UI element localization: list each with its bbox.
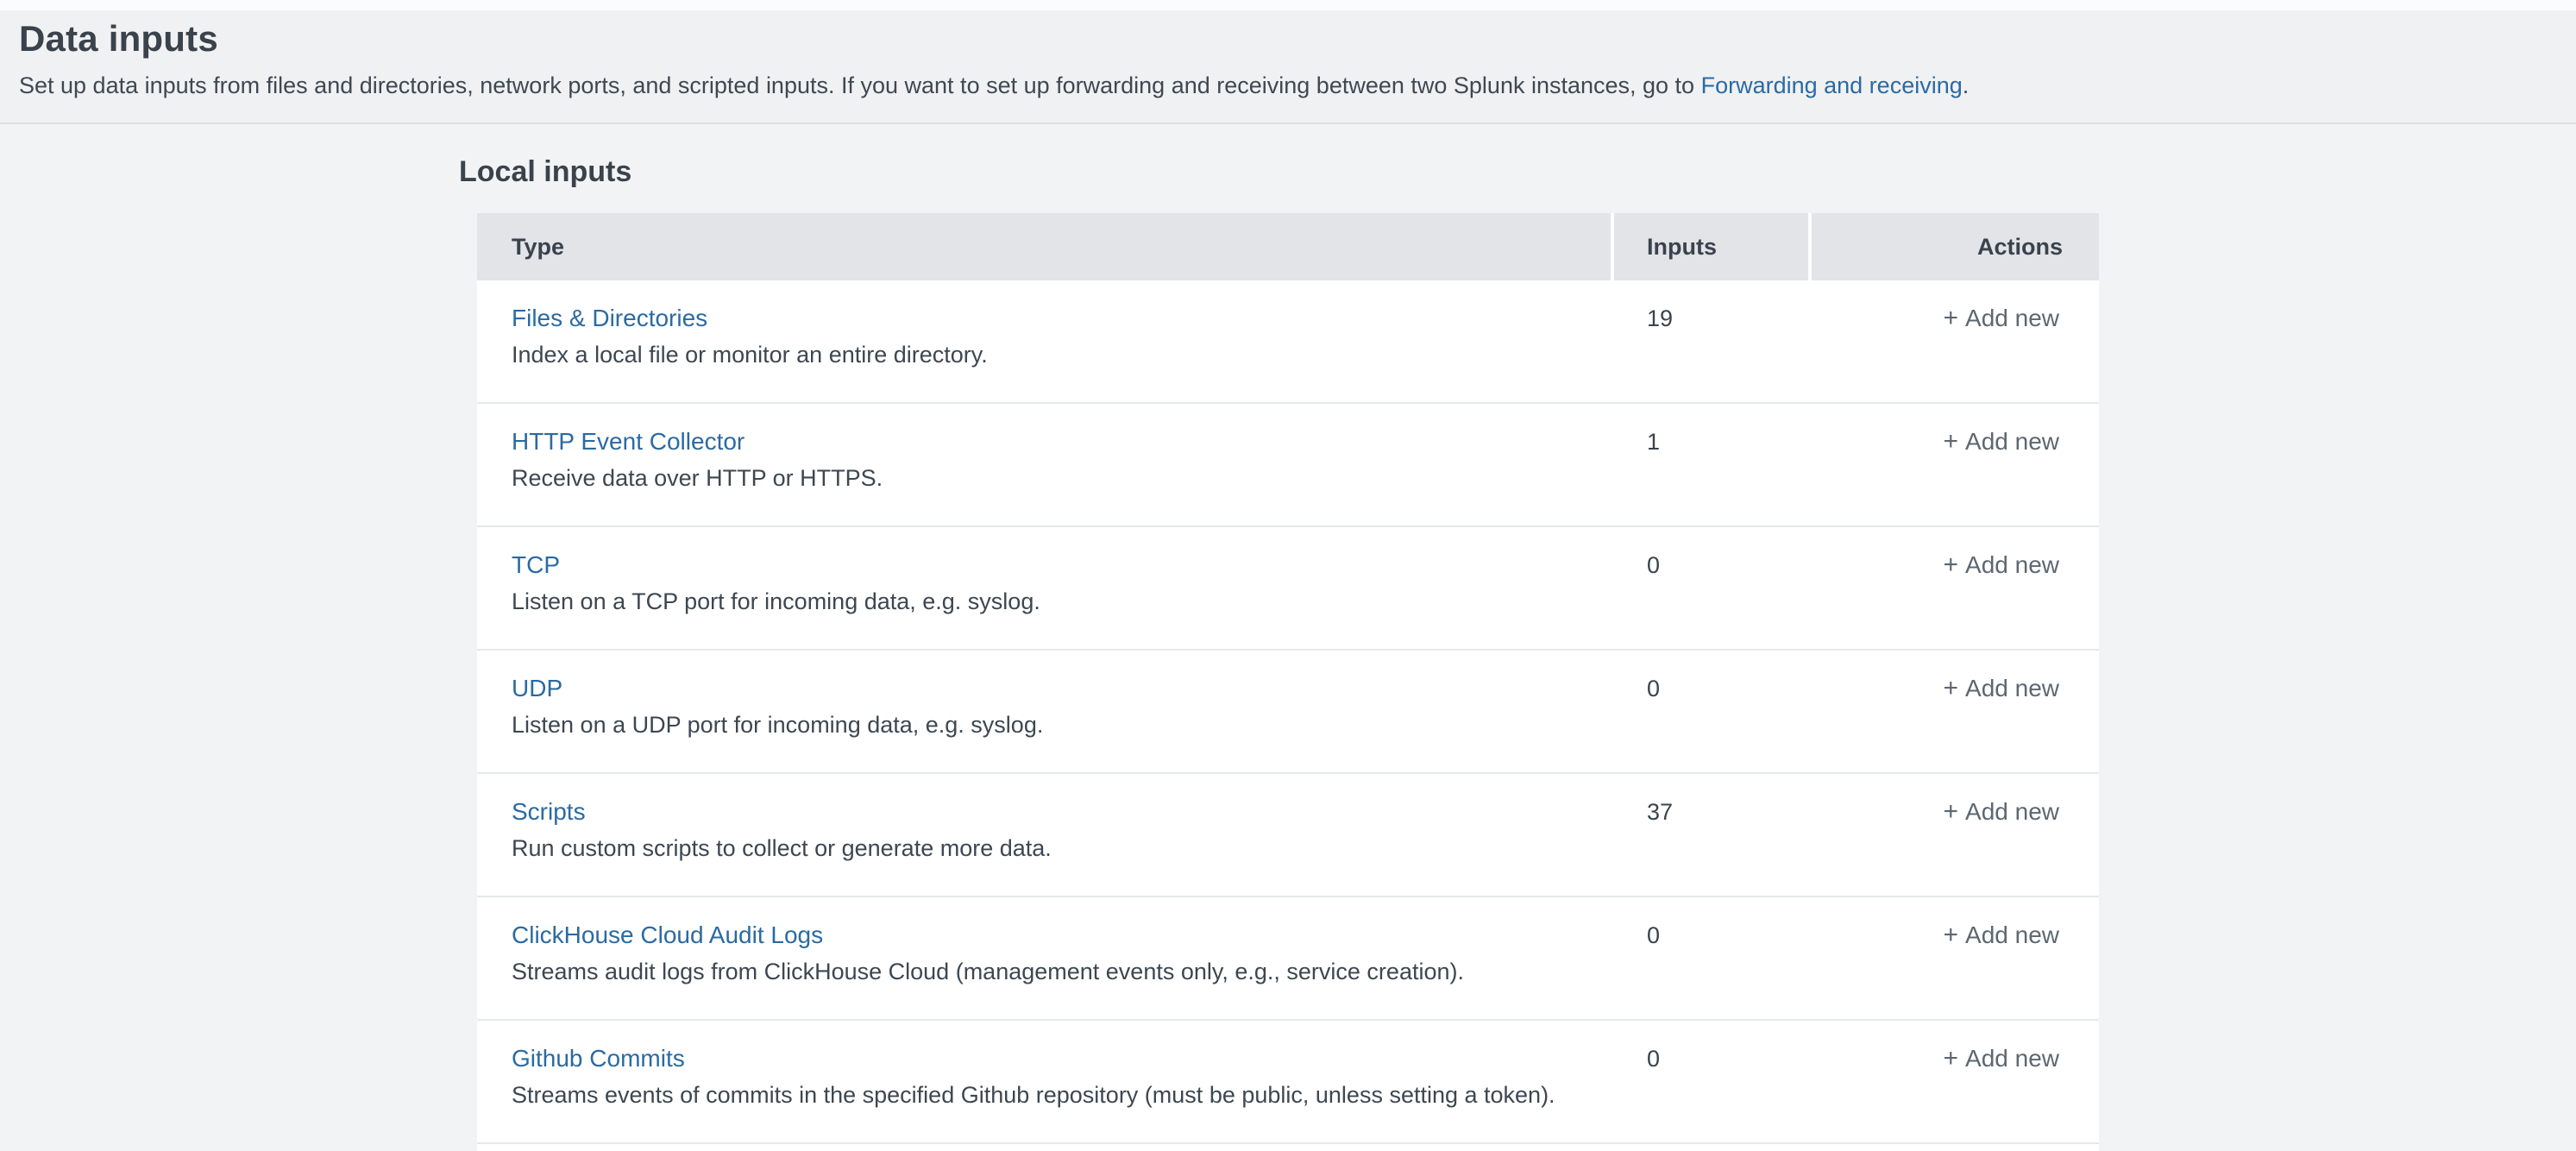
table-row-files-directories: Files & Directories Index a local file o…: [477, 280, 2099, 404]
subtitle-period: .: [1963, 72, 1970, 98]
table-header-row: Type Inputs Actions: [477, 213, 2099, 280]
data-inputs-page: Data inputs Set up data inputs from file…: [0, 0, 2576, 1151]
plus-icon: +: [1944, 304, 1959, 332]
row-description: Streams audit logs from ClickHouse Cloud…: [512, 955, 1611, 988]
scripts-link[interactable]: Scripts: [512, 796, 586, 828]
forwarding-and-receiving-link[interactable]: Forwarding and receiving: [1701, 72, 1963, 98]
add-new-label: Add new: [1965, 675, 2059, 701]
plus-icon: +: [1944, 550, 1959, 579]
row-description: Listen on a UDP port for incoming data, …: [512, 708, 1611, 741]
subtitle-text: Set up data inputs from files and direct…: [19, 72, 1701, 98]
add-new-button[interactable]: +Add new: [1944, 919, 2060, 952]
add-new-button[interactable]: +Add new: [1944, 549, 2060, 582]
add-new-button[interactable]: +Add new: [1944, 425, 2060, 458]
add-new-label: Add new: [1965, 1045, 2059, 1072]
add-new-button[interactable]: +Add new: [1944, 1042, 2060, 1075]
add-new-button[interactable]: +Add new: [1944, 796, 2060, 828]
partial-next-row: [477, 1144, 2099, 1151]
page-header: Data inputs Set up data inputs from file…: [0, 10, 2576, 124]
add-new-button[interactable]: +Add new: [1944, 302, 2060, 335]
plus-icon: +: [1944, 921, 1959, 949]
row-description: Listen on a TCP port for incoming data, …: [512, 585, 1611, 618]
inputs-count: 19: [1611, 280, 1812, 402]
page-title: Data inputs: [19, 17, 2576, 60]
local-inputs-heading: Local inputs: [459, 155, 631, 189]
row-description: Run custom scripts to collect or generat…: [512, 832, 1611, 865]
clickhouse-cloud-audit-logs-link[interactable]: ClickHouse Cloud Audit Logs: [512, 919, 823, 952]
row-description: Streams events of commits in the specifi…: [512, 1079, 1611, 1111]
table-row-scripts: Scripts Run custom scripts to collect or…: [477, 774, 2099, 897]
column-header-inputs: Inputs: [1611, 213, 1808, 280]
plus-icon: +: [1944, 797, 1959, 826]
add-new-label: Add new: [1965, 921, 2059, 948]
plus-icon: +: [1944, 427, 1959, 456]
github-commits-link[interactable]: Github Commits: [512, 1042, 685, 1075]
inputs-count: 1: [1611, 404, 1812, 525]
plus-icon: +: [1944, 1044, 1959, 1072]
files-directories-link[interactable]: Files & Directories: [512, 302, 707, 335]
inputs-count: 0: [1611, 527, 1812, 649]
column-header-actions: Actions: [1808, 213, 2099, 280]
inputs-count: 0: [1611, 1021, 1812, 1142]
local-inputs-table: Type Inputs Actions Files & Directories …: [477, 213, 2099, 1151]
table-row-udp: UDP Listen on a UDP port for incoming da…: [477, 651, 2099, 774]
row-description: Receive data over HTTP or HTTPS.: [512, 462, 1611, 494]
table-row-clickhouse-cloud-audit-logs: ClickHouse Cloud Audit Logs Streams audi…: [477, 897, 2099, 1021]
add-new-label: Add new: [1965, 428, 2059, 455]
tcp-link[interactable]: TCP: [512, 549, 560, 582]
table-row-github-commits: Github Commits Streams events of commits…: [477, 1021, 2099, 1144]
table-row-http-event-collector: HTTP Event Collector Receive data over H…: [477, 404, 2099, 527]
inputs-count: 0: [1611, 897, 1812, 1019]
add-new-label: Add new: [1965, 305, 2059, 331]
plus-icon: +: [1944, 674, 1959, 702]
column-header-type: Type: [477, 213, 1611, 280]
add-new-label: Add new: [1965, 551, 2059, 578]
udp-link[interactable]: UDP: [512, 672, 562, 705]
http-event-collector-link[interactable]: HTTP Event Collector: [512, 425, 745, 458]
row-description: Index a local file or monitor an entire …: [512, 338, 1611, 371]
table-row-tcp: TCP Listen on a TCP port for incoming da…: [477, 527, 2099, 651]
inputs-count: 37: [1611, 774, 1812, 896]
content-area: Local inputs Type Inputs Actions Files &…: [0, 126, 2576, 1151]
page-subtitle: Set up data inputs from files and direct…: [19, 71, 2576, 100]
add-new-label: Add new: [1965, 798, 2059, 825]
top-strip: [0, 0, 2576, 10]
inputs-count: 0: [1611, 651, 1812, 772]
add-new-button[interactable]: +Add new: [1944, 672, 2060, 705]
